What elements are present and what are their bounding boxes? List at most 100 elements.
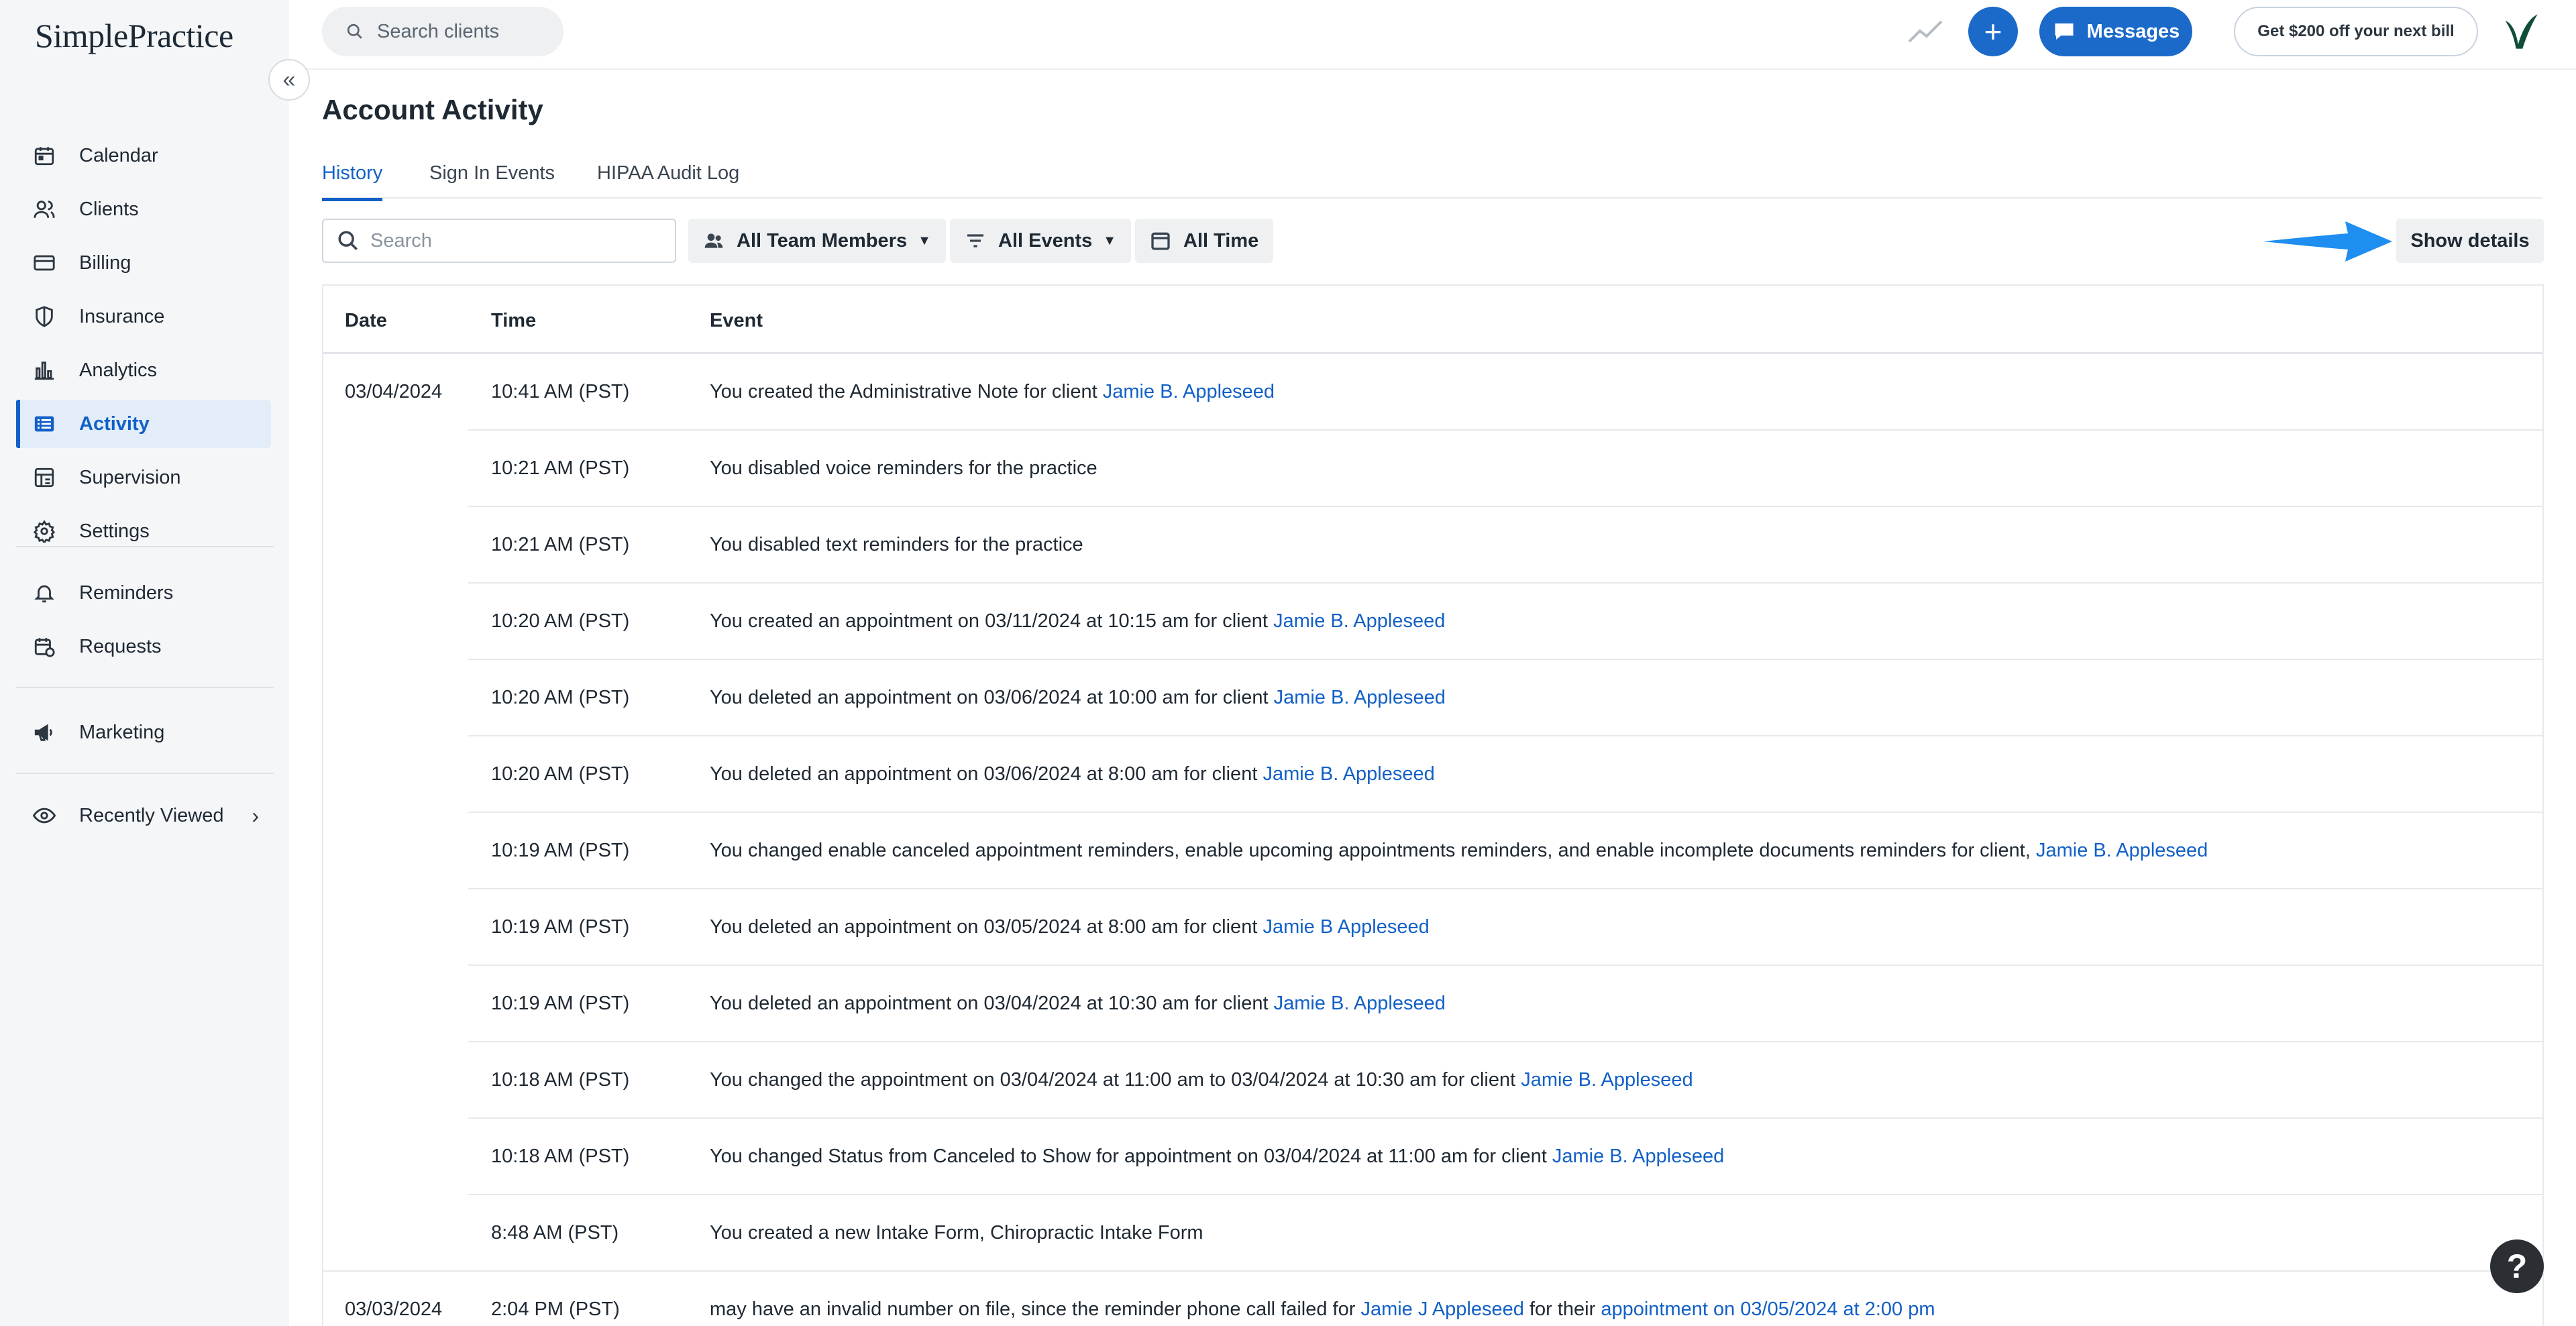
client-link[interactable]: Jamie B. Appleseed: [2036, 840, 2208, 861]
eye-icon: [32, 804, 56, 828]
add-new-button[interactable]: +: [1968, 7, 2018, 56]
event-text: You created a new Intake Form, Chiroprac…: [710, 1222, 1203, 1244]
promo-referral-button[interactable]: Get $200 off your next bill: [2234, 7, 2478, 56]
time-filter[interactable]: All Time: [1135, 219, 1274, 263]
sidebar-item-billing[interactable]: Billing: [16, 239, 271, 287]
client-link[interactable]: Jamie B. Appleseed: [1103, 381, 1275, 402]
event-text: for their: [1523, 1299, 1601, 1320]
search-clients-input[interactable]: Search clients: [322, 7, 564, 56]
sidebar-item-label: Billing: [79, 252, 131, 274]
table-header: Date Time Event: [323, 286, 2542, 354]
column-header-date: Date: [345, 310, 387, 331]
client-link[interactable]: Jamie B Appleseed: [1263, 916, 1429, 938]
tab-bar: History Sign In Events HIPAA Audit Log: [322, 156, 2542, 201]
client-link[interactable]: Jamie B. Appleseed: [1552, 1146, 1724, 1167]
table-row: 10:20 AM (PST) You deleted an appointment…: [323, 736, 2542, 813]
cell-event: You deleted an appointment on 03/06/2024…: [710, 763, 1435, 785]
cell-event: You deleted an appointment on 03/04/2024…: [710, 993, 1446, 1015]
sidebar-item-activity[interactable]: Activity: [16, 400, 271, 448]
question-mark-icon: ?: [2506, 1248, 2528, 1285]
event-text: You disabled text reminders for the prac…: [710, 534, 1083, 555]
cell-time: 2:04 PM (PST): [491, 1299, 620, 1320]
sidebar-item-supervision[interactable]: Supervision: [16, 453, 271, 502]
sidebar-item-label: Requests: [79, 635, 162, 657]
table-row: 10:20 AM (PST) You created an appointment…: [323, 584, 2542, 660]
nav-divider: [16, 687, 274, 688]
cell-event: You disabled text reminders for the prac…: [710, 534, 1083, 556]
annotation-arrow-icon: [2263, 221, 2392, 262]
sidebar-item-label: Clients: [79, 198, 139, 220]
clients-icon: [32, 197, 56, 221]
table-row: 10:19 AM (PST) You changed enable cancele…: [323, 813, 2542, 889]
tab-sign-in-events[interactable]: Sign In Events: [429, 162, 555, 198]
avatar[interactable]: [2496, 7, 2545, 56]
cell-date: 03/04/2024: [345, 381, 443, 402]
promo-label: Get $200 off your next bill: [2257, 22, 2455, 40]
nav-divider: [16, 773, 274, 774]
page-title: Account Activity: [322, 94, 543, 125]
chevron-right-icon: ›: [252, 803, 259, 828]
calendar-icon: [32, 144, 56, 168]
appointment-link[interactable]: appointment on 03/05/2024 at 2:00 pm: [1601, 1299, 1935, 1320]
sidebar-item-label: Reminders: [79, 582, 174, 604]
sidebar-item-recently-viewed[interactable]: Recently Viewed ›: [16, 791, 271, 840]
client-link[interactable]: Jamie J Appleseed: [1360, 1299, 1523, 1320]
calendar-icon: [1151, 232, 1170, 250]
table-row: 10:19 AM (PST) You deleted an appointment…: [323, 966, 2542, 1042]
client-link[interactable]: Jamie B. Appleseed: [1273, 610, 1445, 632]
sidebar-item-analytics[interactable]: Analytics: [16, 346, 271, 394]
logo[interactable]: SimplePractice: [35, 16, 233, 55]
requests-icon: [32, 634, 56, 659]
show-details-button[interactable]: Show details: [2396, 219, 2544, 263]
cell-time: 10:20 AM (PST): [491, 687, 630, 708]
gear-icon: [32, 519, 56, 543]
team-members-label: All Team Members: [737, 229, 908, 252]
sidebar-item-reminders[interactable]: Reminders: [16, 569, 271, 617]
search-icon: [347, 23, 362, 39]
messages-label: Messages: [2086, 20, 2180, 42]
tab-history[interactable]: History: [322, 162, 383, 201]
team-members-filter[interactable]: All Team Members ▼: [688, 219, 946, 263]
client-link[interactable]: Jamie B. Appleseed: [1274, 687, 1446, 708]
sidebar-item-clients[interactable]: Clients: [16, 185, 271, 233]
table-row: 03/04/2024 10:41 AM (PST) You created the …: [323, 354, 2542, 431]
messages-button[interactable]: Messages: [2039, 7, 2192, 56]
cell-event: You created an appointment on 03/11/2024…: [710, 610, 1445, 632]
cell-event: You changed enable canceled appointment …: [710, 840, 2208, 862]
client-link[interactable]: Jamie B. Appleseed: [1263, 763, 1434, 785]
help-button[interactable]: ?: [2490, 1239, 2544, 1293]
trend-line-icon[interactable]: [1905, 15, 1945, 48]
sidebar-item-label: Recently Viewed: [79, 804, 224, 826]
column-header-event: Event: [710, 310, 763, 331]
sidebar-item-insurance[interactable]: Insurance: [16, 292, 271, 341]
activity-table: Date Time Event 03/04/2024 10:41 AM (PST)…: [322, 284, 2544, 1326]
table-row: 10:18 AM (PST) You changed the appointmen…: [323, 1042, 2542, 1119]
shield-icon: [32, 305, 56, 329]
sidebar-item-requests[interactable]: Requests: [16, 622, 271, 671]
sidebar-item-calendar[interactable]: Calendar: [16, 131, 271, 180]
client-link[interactable]: Jamie B. Appleseed: [1521, 1069, 1693, 1091]
activity-search-input[interactable]: Search: [322, 219, 676, 263]
sidebar-item-label: Analytics: [79, 359, 158, 381]
sidebar-item-settings[interactable]: Settings: [16, 507, 271, 555]
cell-event: You disabled voice reminders for the pra…: [710, 457, 1097, 480]
cell-event: You created a new Intake Form, Chiroprac…: [710, 1222, 1203, 1244]
events-filter[interactable]: All Events ▼: [950, 219, 1132, 263]
search-placeholder: Search clients: [377, 20, 500, 42]
cell-event: You changed Status from Canceled to Show…: [710, 1146, 1724, 1168]
cell-event: You deleted an appointment on 03/05/2024…: [710, 916, 1430, 938]
sidebar-item-marketing[interactable]: Marketing: [16, 708, 271, 757]
tab-hipaa-audit-log[interactable]: HIPAA Audit Log: [597, 162, 739, 198]
table-row: 10:20 AM (PST) You deleted an appointment…: [323, 660, 2542, 736]
event-text: You deleted an appointment on 03/04/2024…: [710, 993, 1274, 1014]
collapse-sidebar-button[interactable]: «: [268, 59, 310, 101]
plus-icon: +: [1984, 14, 2002, 49]
client-link[interactable]: Jamie B. Appleseed: [1274, 993, 1446, 1014]
sidebar-item-label: Supervision: [79, 466, 181, 488]
cell-time: 8:48 AM (PST): [491, 1222, 619, 1244]
sidebar: SimplePractice « Calendar Clients Billin…: [0, 0, 310, 1326]
event-text: You disabled voice reminders for the pra…: [710, 457, 1097, 479]
cell-time: 10:41 AM (PST): [491, 381, 630, 402]
leaf-logo-icon: [2505, 14, 2538, 49]
bar-chart-icon: [32, 358, 56, 382]
